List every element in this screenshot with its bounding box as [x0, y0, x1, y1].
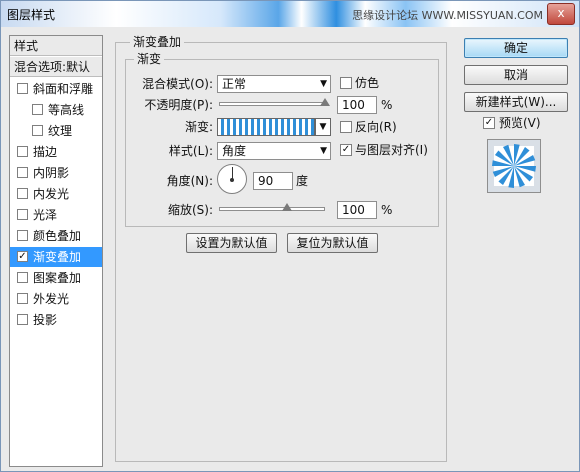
- checkbox[interactable]: [32, 104, 43, 115]
- checkbox[interactable]: [17, 272, 28, 283]
- angle-center-dot: [230, 178, 234, 182]
- sidebar-item-bevel-emboss[interactable]: 斜面和浮雕: [10, 79, 102, 99]
- style-select[interactable]: 角度 ▼: [217, 142, 331, 160]
- angle-input[interactable]: 90: [253, 172, 293, 190]
- sidebar-item-label: 纹理: [48, 124, 73, 138]
- reverse-checkbox[interactable]: [340, 121, 352, 133]
- sidebar-item-inner-shadow[interactable]: 内阴影: [10, 163, 102, 183]
- checkbox[interactable]: [17, 209, 28, 220]
- sidebar-item-satin[interactable]: 光泽: [10, 205, 102, 225]
- opacity-input[interactable]: 100: [337, 96, 377, 114]
- angle-unit: 度: [296, 174, 309, 188]
- sidebar-item-label: 内发光: [33, 187, 70, 201]
- sidebar-item-label: 内阴影: [33, 166, 70, 180]
- sidebar-item-inner-glow[interactable]: 内发光: [10, 184, 102, 204]
- scale-slider[interactable]: [219, 207, 325, 211]
- angle-gradient-preview-icon: [492, 144, 536, 188]
- scale-label: 缩放(S):: [167, 203, 213, 217]
- sidebar-item-label: 等高线: [48, 103, 85, 117]
- ok-button[interactable]: 确定: [464, 38, 568, 58]
- scale-slider-thumb[interactable]: [282, 203, 293, 211]
- sidebar-item-outer-glow[interactable]: 外发光: [10, 289, 102, 309]
- blend-mode-select[interactable]: 正常 ▼: [217, 75, 331, 93]
- group-title: 渐变: [134, 52, 165, 66]
- chevron-down-icon: ▼: [320, 79, 327, 89]
- scale-unit: %: [381, 203, 393, 217]
- sidebar-item-texture[interactable]: 纹理: [10, 121, 102, 141]
- preview-checkbox[interactable]: ✓: [483, 117, 495, 129]
- reverse-label: 反向(R): [355, 120, 397, 134]
- layer-style-dialog: 图层样式 思缘设计论坛 WWW.MISSYUAN.COM x 样式 混合选项:默…: [0, 0, 580, 472]
- sidebar-item-label: 描边: [33, 145, 58, 159]
- new-style-button[interactable]: 新建样式(W)...: [464, 92, 568, 112]
- window-title: 图层样式: [7, 8, 56, 22]
- checkbox[interactable]: [17, 146, 28, 157]
- sidebar-item-gradient-overlay[interactable]: ✓ 渐变叠加: [10, 247, 102, 267]
- sidebar-item-pattern-overlay[interactable]: 图案叠加: [10, 268, 102, 288]
- sidebar-item-color-overlay[interactable]: 颜色叠加: [10, 226, 102, 246]
- checkbox[interactable]: [17, 293, 28, 304]
- blend-mode-label: 混合模式(O):: [142, 77, 213, 91]
- styles-header[interactable]: 样式: [10, 36, 102, 56]
- select-value: 正常: [222, 77, 247, 91]
- close-button[interactable]: x: [547, 3, 575, 25]
- opacity-slider-thumb[interactable]: [320, 98, 330, 106]
- gradient-dropdown-button[interactable]: ▼: [315, 118, 331, 136]
- gradient-label: 渐变:: [184, 120, 213, 134]
- watermark-text: 思缘设计论坛 WWW.MISSYUAN.COM: [352, 9, 543, 22]
- set-default-button[interactable]: 设置为默认值: [186, 233, 277, 253]
- sidebar-item-label: 外发光: [33, 292, 70, 306]
- preview-label: 预览(V): [499, 116, 541, 130]
- dither-label: 仿色: [355, 76, 380, 90]
- blend-options-item[interactable]: 混合选项:默认: [10, 57, 102, 77]
- angle-label: 角度(N):: [166, 174, 213, 188]
- checkbox[interactable]: [17, 314, 28, 325]
- style-label: 样式(L):: [168, 144, 213, 158]
- sidebar-item-stroke[interactable]: 描边: [10, 142, 102, 162]
- opacity-slider[interactable]: [219, 102, 325, 106]
- checkbox[interactable]: [17, 83, 28, 94]
- chevron-down-icon: ▼: [319, 122, 327, 132]
- sidebar-item-label: 图案叠加: [33, 271, 82, 285]
- align-with-layer-checkbox[interactable]: ✓: [340, 144, 352, 156]
- chevron-down-icon: ▼: [320, 146, 327, 156]
- checkbox-checked[interactable]: ✓: [17, 251, 28, 262]
- group-title: 渐变叠加: [130, 35, 185, 49]
- title-bar[interactable]: 图层样式 思缘设计论坛 WWW.MISSYUAN.COM x: [1, 1, 579, 27]
- reset-default-button[interactable]: 复位为默认值: [287, 233, 378, 253]
- opacity-unit: %: [381, 98, 393, 112]
- styles-list: 样式 混合选项:默认 斜面和浮雕 等高线 纹理 描边 内阴影 内发光 光泽 颜色…: [9, 35, 103, 467]
- close-icon: x: [557, 6, 565, 20]
- scale-input[interactable]: 100: [337, 201, 377, 219]
- angle-dial[interactable]: [217, 164, 247, 194]
- select-value: 角度: [222, 144, 247, 158]
- sidebar-item-label: 颜色叠加: [33, 229, 82, 243]
- align-with-layer-label: 与图层对齐(I): [355, 143, 428, 157]
- sidebar-item-label: 投影: [33, 313, 58, 327]
- cancel-button[interactable]: 取消: [464, 65, 568, 85]
- checkbox[interactable]: [32, 125, 43, 136]
- opacity-label: 不透明度(P):: [144, 98, 213, 112]
- gradient-swatch[interactable]: [217, 118, 315, 136]
- sidebar-item-drop-shadow[interactable]: 投影: [10, 310, 102, 330]
- sidebar-item-label: 渐变叠加: [33, 250, 82, 264]
- checkbox[interactable]: [17, 167, 28, 178]
- checkbox[interactable]: [17, 188, 28, 199]
- dither-checkbox[interactable]: [340, 77, 352, 89]
- style-preview-thumbnail: [487, 139, 541, 193]
- sidebar-item-contour[interactable]: 等高线: [10, 100, 102, 120]
- sidebar-item-label: 斜面和浮雕: [33, 82, 94, 96]
- checkbox[interactable]: [17, 230, 28, 241]
- sidebar-item-label: 光泽: [33, 208, 58, 222]
